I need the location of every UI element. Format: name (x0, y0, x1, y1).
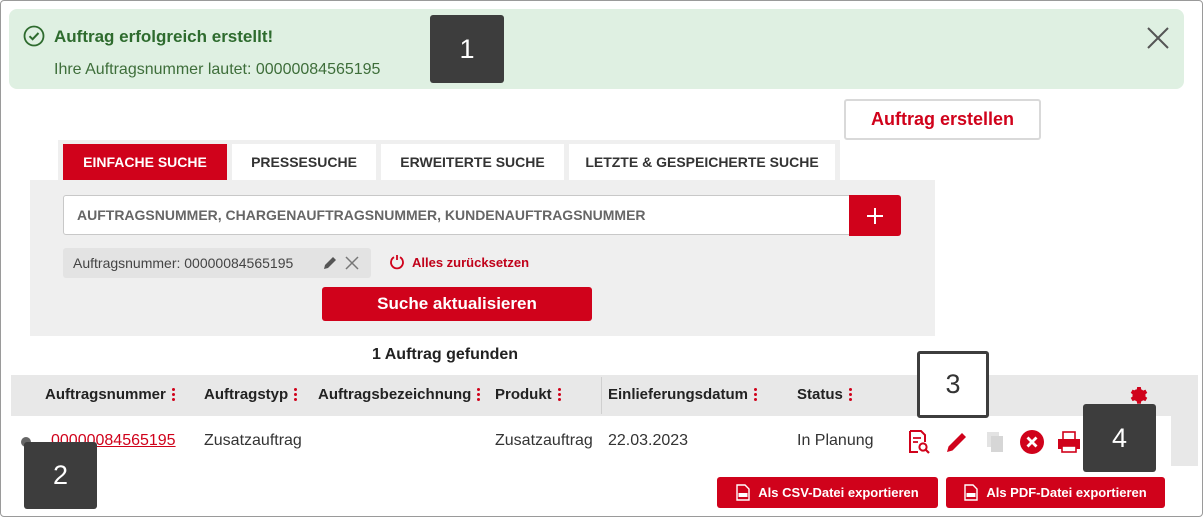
column-label: Status (797, 386, 843, 403)
filter-chip-label: Auftragsnummer: 00000084565195 (73, 255, 294, 271)
cell-auftragstyp: Zusatzauftrag (204, 432, 302, 449)
annotation-marker-4: 4 (1083, 404, 1156, 472)
column-menu-icon[interactable] (557, 386, 561, 403)
column-menu-icon[interactable] (848, 386, 852, 403)
column-menu-icon[interactable] (754, 386, 758, 403)
cell-einlieferungsdatum: 22.03.2023 (608, 432, 689, 449)
annotation-marker-3: 3 (917, 351, 989, 418)
search-input[interactable]: AUFTRAGSNUMMER, CHARGENAUFTRAGSNUMMER, K… (63, 195, 850, 235)
copy-icon[interactable] (982, 429, 1008, 455)
edit-icon[interactable] (944, 429, 970, 455)
create-order-button[interactable]: Auftrag erstellen (844, 99, 1041, 140)
tab-pressesuche[interactable]: PRESSESUCHE (232, 144, 376, 180)
banner-message: Ihre Auftragsnummer lautet: 000000845651… (54, 61, 381, 78)
column-menu-icon[interactable] (171, 386, 175, 403)
pdf-file-icon (964, 484, 979, 501)
cancel-icon[interactable] (1019, 429, 1045, 455)
row-scroll-gutter (1171, 416, 1198, 466)
add-search-button[interactable] (849, 195, 901, 236)
table-header (11, 375, 1198, 416)
close-icon[interactable] (1145, 25, 1171, 51)
reset-all-label: Alles zurücksetzen (412, 254, 530, 270)
column-header-einlieferungsdatum[interactable]: Einlieferungsdatum (608, 386, 758, 403)
plus-icon (867, 207, 883, 224)
pencil-icon[interactable] (322, 255, 338, 271)
reset-all-link[interactable]: Alles zurücksetzen (389, 254, 529, 270)
cell-status: In Planung (797, 432, 874, 449)
check-circle-icon (23, 25, 45, 47)
export-pdf-label: Als PDF-Datei exportieren (986, 485, 1147, 500)
column-header-produkt[interactable]: Produkt (495, 386, 561, 403)
export-csv-label: Als CSV-Datei exportieren (758, 485, 919, 500)
column-header-status[interactable]: Status (797, 386, 852, 403)
update-search-button[interactable]: Suche aktualisieren (322, 287, 592, 321)
export-pdf-button[interactable]: Als PDF-Datei exportieren (946, 477, 1165, 508)
tab-einfache-suche[interactable]: EINFACHE SUCHE (63, 144, 227, 180)
column-label: Auftragstyp (204, 386, 289, 403)
column-header-auftragsbezeichnung[interactable]: Auftragsbezeichnung (318, 386, 481, 403)
search-placeholder: AUFTRAGSNUMMER, CHARGENAUFTRAGSNUMMER, K… (77, 207, 646, 223)
column-divider (601, 377, 602, 414)
filter-chip: Auftragsnummer: 00000084565195 (63, 248, 371, 278)
result-count: 1 Auftrag gefunden (372, 346, 519, 363)
csv-file-icon (736, 484, 750, 501)
remove-filter-icon[interactable] (345, 256, 359, 270)
success-banner: Auftrag erfolgreich erstellt! Ihre Auftr… (9, 9, 1184, 89)
banner-title: Auftrag erfolgreich erstellt! (54, 27, 274, 46)
reset-icon (390, 255, 404, 270)
column-header-auftragsnummer[interactable]: Auftragsnummer (45, 386, 175, 403)
print-icon[interactable] (1056, 429, 1082, 455)
column-label: Produkt (495, 386, 552, 403)
annotation-marker-1: 1 (430, 15, 504, 83)
column-label: Auftragsbezeichnung (318, 386, 472, 403)
column-menu-icon[interactable] (477, 386, 481, 403)
column-menu-icon[interactable] (294, 386, 298, 403)
cell-produkt: Zusatzauftrag (495, 432, 593, 449)
column-header-auftragstyp[interactable]: Auftragstyp (204, 386, 298, 403)
tab-letzte-gespeicherte-suche[interactable]: LETZTE & GESPEICHERTE SUCHE (569, 144, 835, 180)
details-icon[interactable] (906, 429, 932, 455)
export-csv-button[interactable]: Als CSV-Datei exportieren (717, 477, 938, 508)
annotation-marker-2: 2 (24, 442, 97, 509)
column-label: Einlieferungsdatum (608, 386, 749, 403)
tab-erweiterte-suche[interactable]: ERWEITERTE SUCHE (381, 144, 564, 180)
column-label: Auftragsnummer (45, 386, 166, 403)
